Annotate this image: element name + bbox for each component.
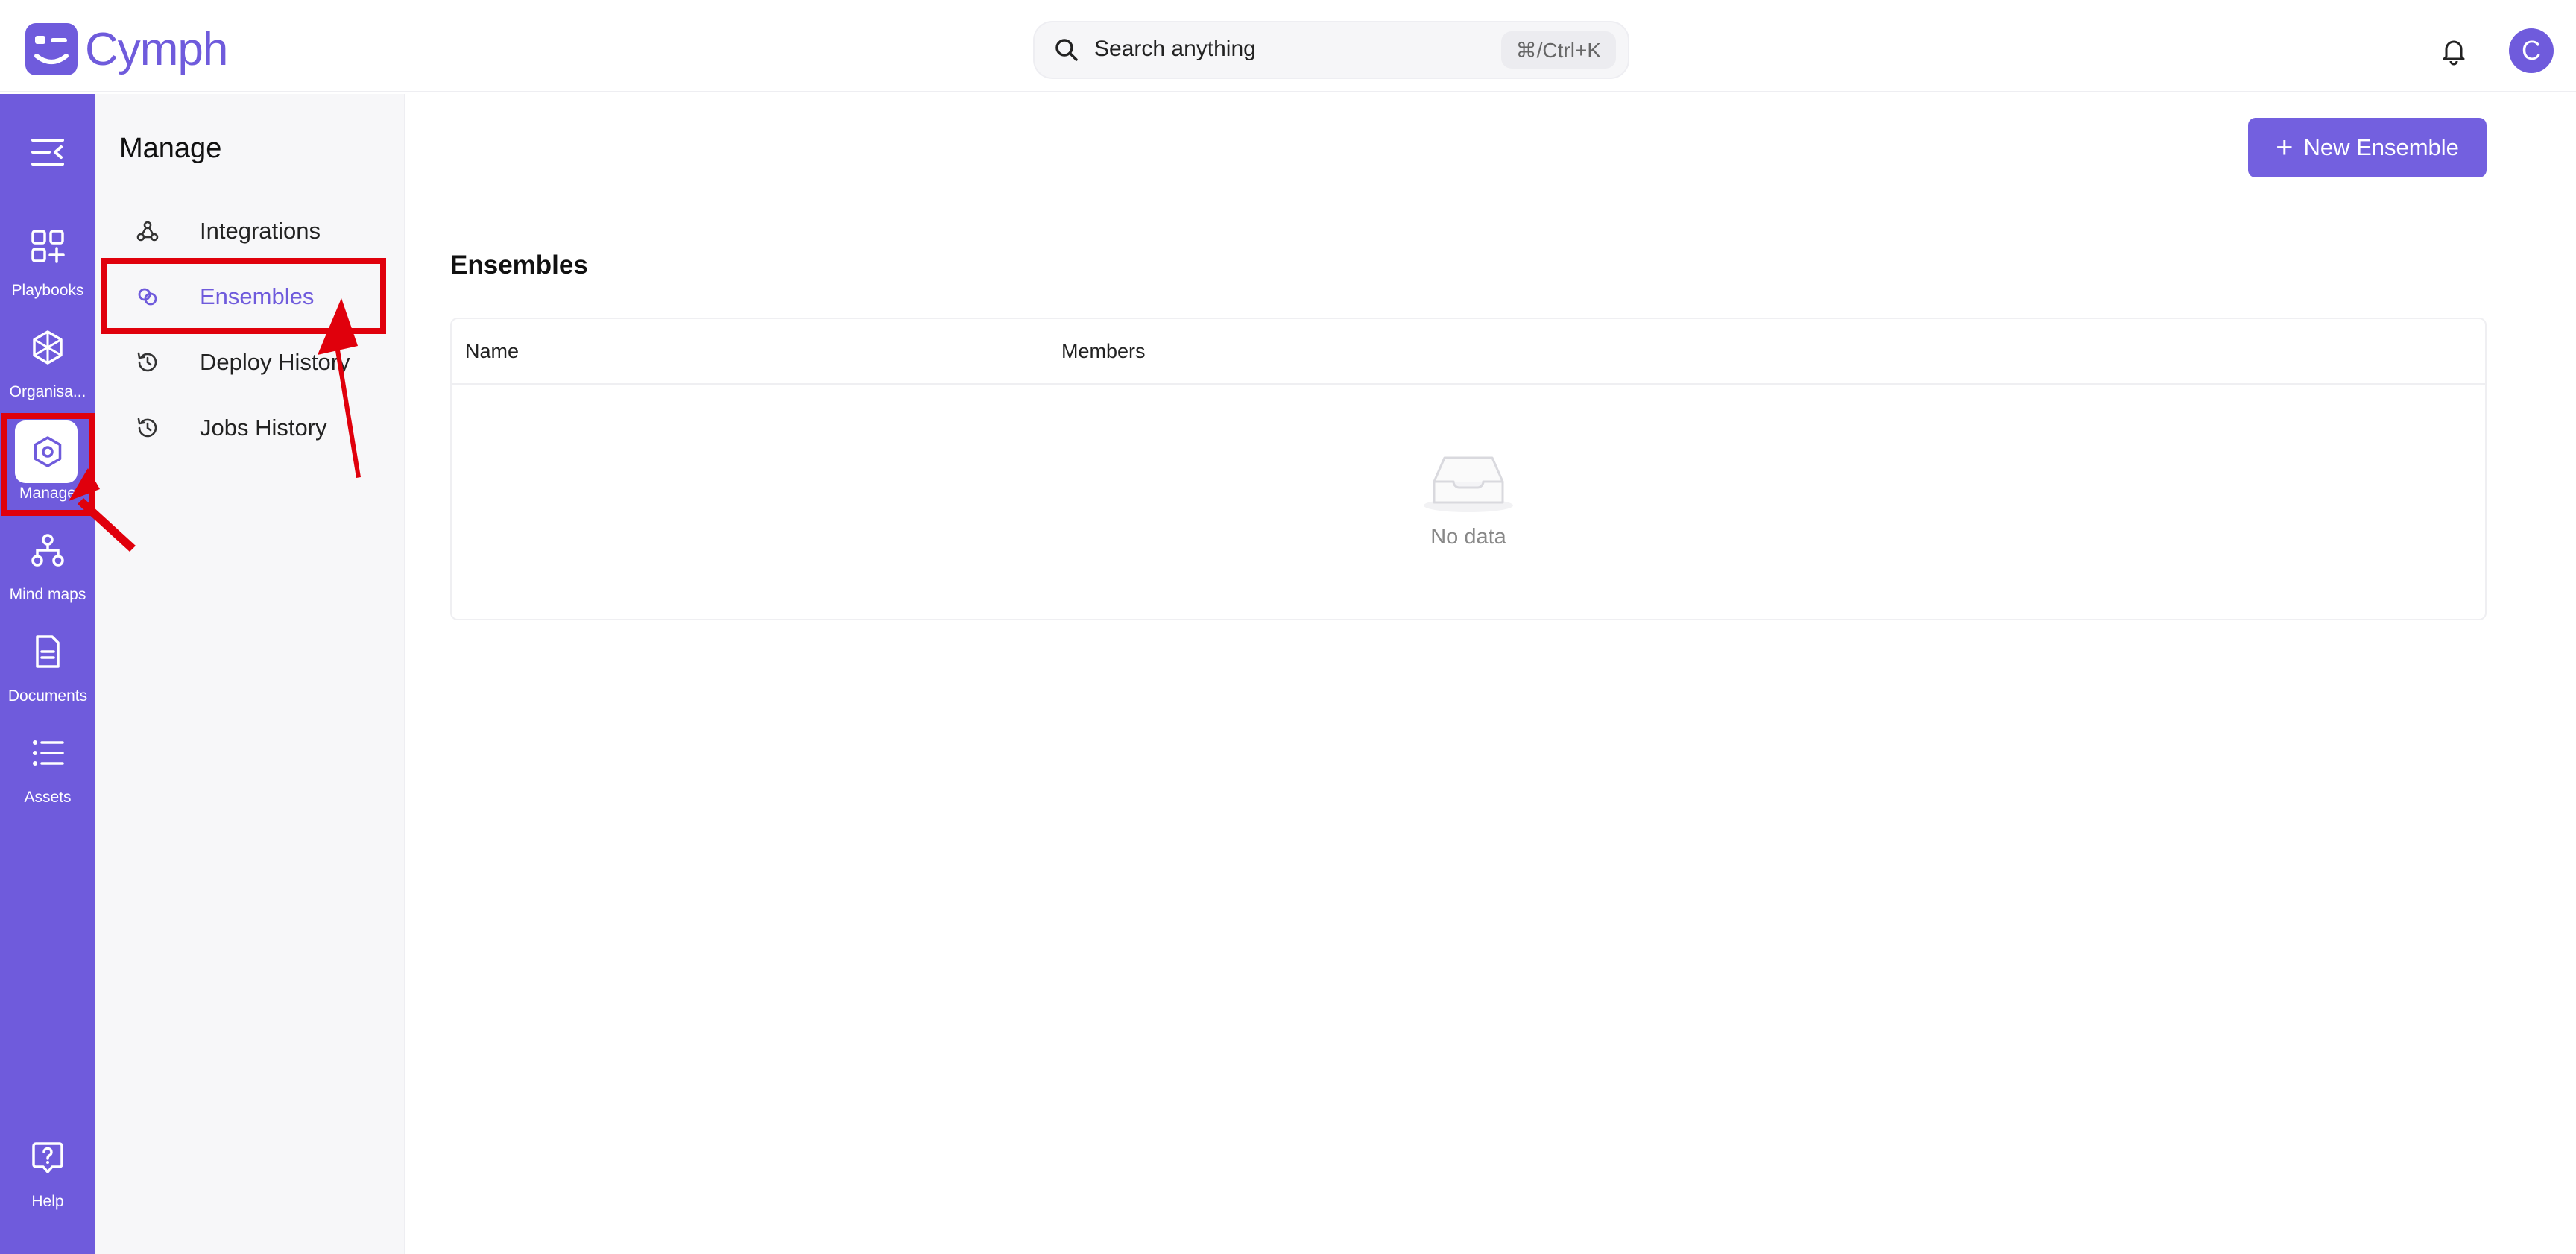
sidebar-item-deploy-history[interactable]: Deploy History — [119, 334, 382, 391]
column-header-name[interactable]: Name — [465, 340, 519, 363]
history-icon — [137, 352, 157, 372]
playbooks-icon — [31, 230, 65, 263]
table-header: Name Members — [452, 319, 2485, 385]
webhook-icon — [136, 221, 159, 242]
rail-item-help[interactable]: Help — [0, 1139, 95, 1229]
history-icon — [137, 418, 157, 438]
rail-item-label: Documents — [7, 687, 88, 705]
rail-item-documents[interactable]: Documents — [0, 634, 95, 723]
search-placeholder: Search anything — [1094, 37, 1256, 61]
rail-item-label: Playbooks — [11, 282, 84, 299]
search-icon — [1055, 39, 1078, 61]
rail-item-label: Help — [31, 1193, 64, 1210]
rail-item-label: Mind maps — [9, 586, 86, 603]
rail-item-assets[interactable]: Assets — [0, 735, 95, 825]
ensembles-table: Name Members No data — [450, 318, 2487, 620]
documents-icon — [36, 635, 60, 668]
empty-state-text: No data — [1430, 525, 1506, 549]
highlight-box-ensembles — [101, 258, 386, 334]
sidebar-item-jobs-history[interactable]: Jobs History — [119, 400, 382, 456]
search-shortcut: ⌘/Ctrl+K — [1500, 31, 1616, 69]
logo-mark-icon — [25, 23, 78, 75]
sidebar-item-label: Jobs History — [200, 415, 327, 441]
sidebar-title: Manage — [119, 133, 222, 164]
new-ensemble-label: New Ensemble — [2303, 134, 2459, 160]
rail-item-label: Assets — [24, 789, 72, 806]
avatar[interactable]: C — [2509, 28, 2554, 73]
rail-item-organisation[interactable]: Organisa... — [0, 330, 95, 419]
highlight-box-manage — [1, 413, 95, 516]
top-bar: Cymph Search anything ⌘/Ctrl+K C — [0, 0, 2576, 92]
left-rail: Playbooks Organisa... Manage Mind maps D… — [0, 94, 95, 1254]
page-title: Ensembles — [450, 251, 588, 280]
mind-maps-icon — [31, 534, 64, 567]
column-header-members[interactable]: Members — [1061, 340, 1146, 363]
new-ensemble-button[interactable]: + New Ensemble — [2248, 118, 2487, 177]
app-name: Cymph — [85, 23, 228, 75]
organisation-icon — [33, 330, 63, 365]
sidebar-item-label: Integrations — [200, 218, 321, 244]
sidebar-item-label: Deploy History — [200, 349, 350, 375]
empty-inbox-icon — [1424, 456, 1513, 512]
rail-item-mind-maps[interactable]: Mind maps — [0, 532, 95, 622]
search-bar[interactable]: Search anything ⌘/Ctrl+K — [1033, 21, 1629, 79]
rail-item-playbooks[interactable]: Playbooks — [0, 228, 95, 318]
plus-icon: + — [2276, 131, 2294, 164]
sidebar-item-integrations[interactable]: Integrations — [119, 203, 382, 259]
collapse-menu-icon[interactable] — [30, 136, 66, 168]
bell-icon[interactable] — [2439, 36, 2469, 66]
help-icon — [32, 1142, 63, 1173]
rail-item-label: Organisa... — [9, 383, 86, 400]
assets-icon — [33, 740, 64, 766]
app-logo[interactable]: Cymph — [25, 22, 228, 76]
